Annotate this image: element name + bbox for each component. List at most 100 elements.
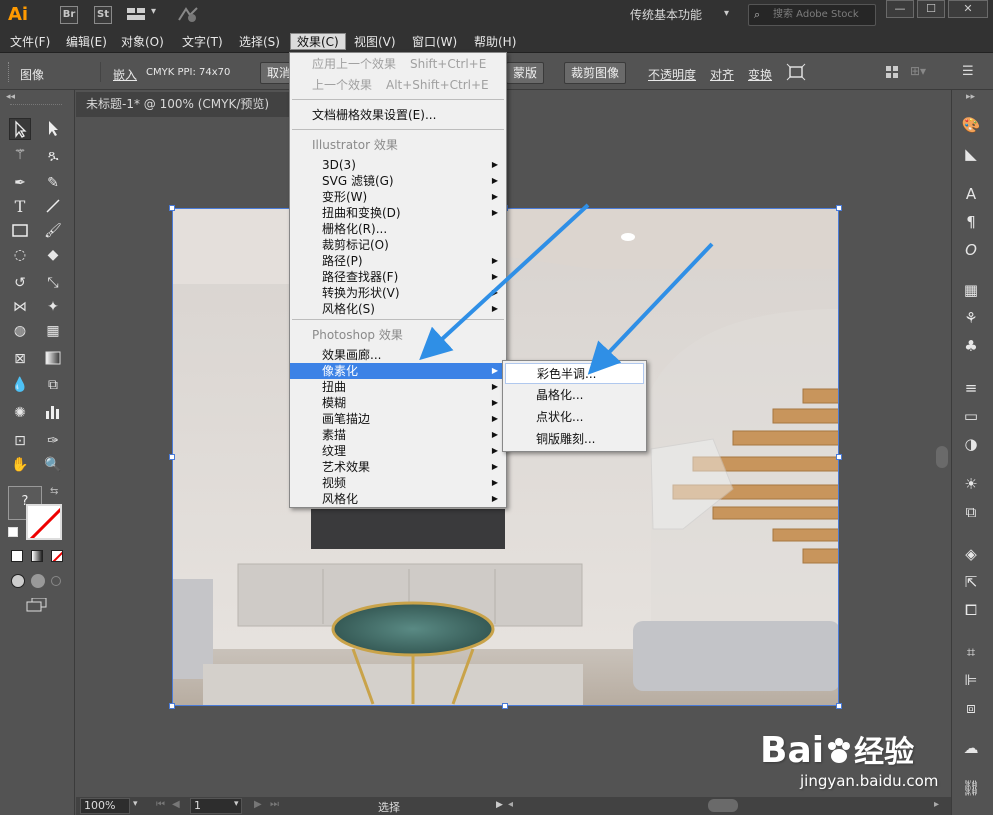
selection-tool-icon[interactable] — [9, 118, 31, 140]
line-tool-icon[interactable] — [42, 196, 64, 218]
menu-item-texture[interactable]: 纹理 ▶ — [290, 443, 506, 459]
character-panel-icon[interactable]: A — [959, 182, 983, 206]
menu-item-pathfinder[interactable]: 路径查找器(F) ▶ — [290, 269, 506, 285]
opacity-link[interactable]: 不透明度 — [648, 66, 696, 83]
perspective-grid-tool-icon[interactable]: ▦ — [42, 320, 64, 342]
menu-item-convert-to-shape[interactable]: 转换为形状(V) ▶ — [290, 285, 506, 301]
scale-tool-icon[interactable]: ⤡ — [42, 272, 64, 294]
symbols-panel-icon[interactable]: ♣ — [959, 334, 983, 358]
transparency-panel-icon[interactable]: ◑ — [959, 432, 983, 456]
rotate-tool-icon[interactable]: ↺ — [9, 272, 31, 294]
swatches-panel-icon[interactable]: ▦ — [959, 278, 983, 302]
menu-item-pointillize[interactable]: 点状化... — [505, 407, 644, 428]
brushes-panel-icon[interactable]: ⚘ — [959, 306, 983, 330]
graphic-styles-panel-icon[interactable]: ⧉ — [959, 500, 983, 524]
rectangle-tool-icon[interactable] — [9, 220, 31, 242]
menu-item-effect-gallery[interactable]: 效果画廊... — [290, 347, 506, 363]
menu-item-warp[interactable]: 变形(W) ▶ — [290, 189, 506, 205]
zoom-input[interactable]: 100% — [80, 798, 130, 814]
libraries-panel-icon[interactable]: ☁ — [959, 736, 983, 760]
crop-image-button[interactable]: 裁剪图像 — [564, 62, 627, 84]
chevron-down-icon[interactable]: ▾ — [234, 799, 239, 809]
menu-item-distort-transform[interactable]: 扭曲和变换(D) ▶ — [290, 205, 506, 221]
none-mode-icon[interactable] — [51, 550, 63, 562]
paragraph-panel-icon[interactable]: ¶ — [959, 210, 983, 234]
magic-wand-tool-icon[interactable]: ⚚ — [9, 144, 31, 166]
selection-handle[interactable] — [836, 703, 842, 709]
opentype-panel-icon[interactable]: O — [959, 238, 983, 262]
maximize-button[interactable]: ☐ — [917, 0, 945, 18]
mask-button[interactable]: 蒙版 — [506, 62, 545, 84]
selection-handle[interactable] — [169, 454, 175, 460]
menu-item-stylize-illustrator[interactable]: 风格化(S) ▶ — [290, 301, 506, 317]
menu-item-rasterize[interactable]: 栅格化(R)... — [290, 221, 506, 237]
status-tool-label[interactable]: 选择 — [378, 799, 400, 815]
width-tool-icon[interactable]: ⋈ — [9, 296, 31, 318]
screen-mode-icon[interactable] — [26, 597, 48, 612]
links-panel-icon[interactable]: ⛓ — [959, 776, 983, 800]
chevron-down-icon[interactable]: ▾ — [133, 799, 138, 809]
document-tab[interactable]: 未标题-1* @ 100% (CMYK/预览) — [76, 92, 291, 117]
scroll-right-icon[interactable]: ▸ — [934, 799, 939, 810]
color-guide-icon[interactable]: ◣ — [959, 142, 983, 166]
panel-grip[interactable] — [8, 62, 10, 82]
artboard-tool-icon[interactable]: ⊡ — [9, 430, 31, 452]
menu-item-color-halftone[interactable]: 彩色半调... — [505, 363, 644, 384]
curvature-tool-icon[interactable]: ✎ — [42, 172, 64, 194]
blend-tool-icon[interactable]: ⧉ — [42, 374, 64, 396]
stroke-swatch[interactable] — [26, 504, 62, 540]
stock-button[interactable]: St — [94, 6, 112, 24]
asset-export-panel-icon[interactable]: ⇱ — [959, 570, 983, 594]
puppet-warp-tool-icon[interactable]: ✦ — [42, 296, 64, 318]
transform-link[interactable]: 变换 — [748, 66, 772, 83]
menu-object[interactable]: 对象(O) — [115, 34, 170, 51]
align-panel-icon[interactable]: ⊫ — [959, 668, 983, 692]
panel-grip[interactable] — [10, 104, 62, 107]
menu-item-distort[interactable]: 扭曲 ▶ — [290, 379, 506, 395]
type-tool-icon[interactable]: T — [9, 196, 31, 218]
search-input[interactable]: ⌕ 搜索 Adobe Stock — [748, 4, 876, 26]
selection-handle[interactable] — [836, 454, 842, 460]
draw-inside-icon[interactable] — [51, 576, 61, 586]
panel-menu-icon[interactable]: ☰ — [962, 64, 974, 79]
first-artboard-icon[interactable]: ⏮ — [156, 799, 165, 810]
menu-select[interactable]: 选择(S) — [233, 34, 286, 51]
appearance-panel-icon[interactable]: ☀ — [959, 472, 983, 496]
selection-handle[interactable] — [169, 703, 175, 709]
column-graph-tool-icon[interactable] — [42, 402, 64, 424]
menu-item-crop-marks[interactable]: 裁剪标记(O) — [290, 237, 506, 253]
menu-item-3d[interactable]: 3D(3) ▶ — [290, 157, 506, 173]
transform-panel-icon[interactable]: ⌗ — [959, 640, 983, 664]
menu-file[interactable]: 文件(F) — [4, 34, 56, 51]
hand-tool-icon[interactable]: ✋ — [9, 454, 31, 476]
menu-item-video[interactable]: 视频 ▶ — [290, 475, 506, 491]
stroke-panel-icon[interactable]: ≡ — [959, 376, 983, 400]
isolate-icon[interactable] — [786, 63, 806, 81]
arrange-documents-icon[interactable] — [126, 6, 148, 22]
scroll-left-icon[interactable]: ◂ — [508, 799, 513, 810]
menu-item-artistic[interactable]: 艺术效果 ▶ — [290, 459, 506, 475]
direct-selection-tool-icon[interactable] — [42, 118, 64, 140]
menu-item-crystallize[interactable]: 晶格化... — [505, 385, 644, 406]
menu-item-document-raster-settings[interactable]: 文档栅格效果设置(E)... — [290, 107, 506, 123]
menu-window[interactable]: 窗口(W) — [406, 34, 463, 51]
color-panel-icon[interactable]: 🎨 — [959, 113, 983, 137]
menu-edit[interactable]: 编辑(E) — [60, 34, 113, 51]
menu-type[interactable]: 文字(T) — [176, 34, 229, 51]
chevron-down-icon[interactable]: ▾ — [151, 6, 156, 17]
zoom-tool-icon[interactable]: 🔍 — [42, 454, 64, 476]
vertical-scrollbar-thumb[interactable] — [936, 446, 948, 468]
pen-tool-icon[interactable]: ✒ — [9, 172, 31, 194]
selection-handle[interactable] — [836, 205, 842, 211]
workspace-switcher[interactable]: 传统基本功能 — [630, 6, 702, 23]
previous-artboard-icon[interactable]: ◀ — [172, 799, 180, 810]
eyedropper-tool-icon[interactable]: 💧 — [9, 374, 31, 396]
draw-normal-icon[interactable] — [11, 574, 25, 588]
gradient-mode-icon[interactable] — [31, 550, 43, 562]
lasso-tool-icon[interactable]: ጿ — [42, 144, 64, 166]
selection-handle[interactable] — [502, 703, 508, 709]
collapse-icon[interactable]: ◂◂ — [6, 92, 15, 102]
pathfinder-panel-icon[interactable]: ⧈ — [959, 696, 983, 720]
menu-item-mezzotint[interactable]: 铜版雕刻... — [505, 429, 644, 450]
align-link[interactable]: 对齐 — [710, 66, 734, 83]
